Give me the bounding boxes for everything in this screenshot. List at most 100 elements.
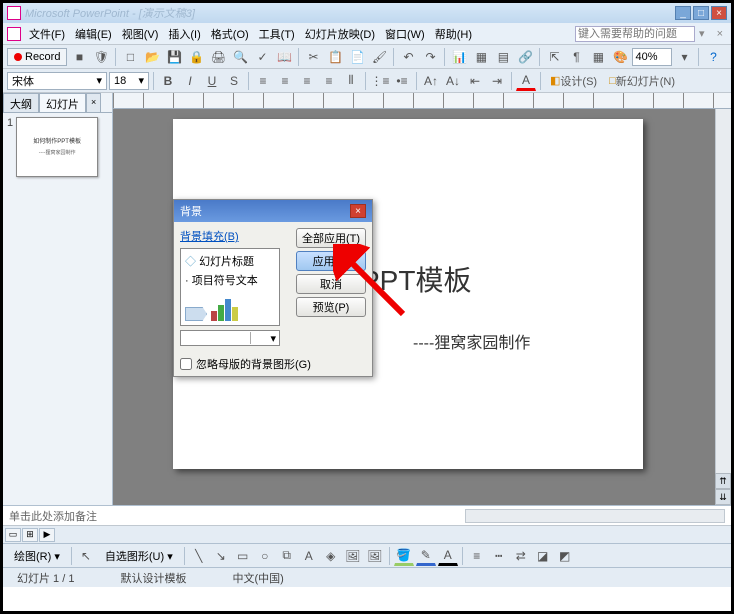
help-icon[interactable]: ?	[703, 47, 723, 67]
omit-master-checkbox[interactable]	[180, 358, 192, 370]
increase-indent-icon[interactable]: ⇥	[487, 71, 507, 91]
new-slide-button[interactable]: □新幻灯片(N)	[604, 71, 680, 91]
align-justify-icon[interactable]: ≡	[319, 71, 339, 91]
research-icon[interactable]: 📖	[274, 47, 294, 67]
chart-icon[interactable]: 📊	[449, 47, 469, 67]
apply-button[interactable]: 应用(A)	[296, 251, 366, 271]
textbox-icon[interactable]: ⧉	[277, 546, 297, 566]
zoom-input[interactable]	[632, 48, 672, 66]
menu-window[interactable]: 窗口(W)	[381, 24, 429, 44]
format-painter-icon[interactable]: 🖌	[369, 47, 389, 67]
fill-color-icon[interactable]: 🪣	[394, 546, 414, 566]
menu-tools[interactable]: 工具(T)	[255, 24, 299, 44]
line-color-icon[interactable]: ✎	[416, 546, 436, 566]
underline-button[interactable]: U	[202, 71, 222, 91]
draw-menu[interactable]: 绘图(R) ▾	[7, 545, 67, 567]
normal-view-button[interactable]: ▭	[5, 528, 21, 542]
bullets-icon[interactable]: •≡	[392, 71, 412, 91]
tab-outline[interactable]: 大纲	[3, 93, 39, 112]
cut-icon[interactable]: ✂	[303, 47, 323, 67]
size-select[interactable]: 18 ▾	[109, 72, 149, 90]
menu-view[interactable]: 视图(V)	[118, 24, 163, 44]
3d-style-icon[interactable]: ◩	[555, 546, 575, 566]
tables-icon[interactable]: ▤	[493, 47, 513, 67]
preview-icon[interactable]: 🔍	[230, 47, 250, 67]
save-icon[interactable]: 💾	[164, 47, 184, 67]
cancel-button[interactable]: 取消	[296, 274, 366, 294]
decrease-font-icon[interactable]: A↓	[443, 71, 463, 91]
oval-icon[interactable]: ○	[255, 546, 275, 566]
font-select[interactable]: 宋体 ▾	[7, 72, 107, 90]
stop-icon[interactable]: ■	[69, 47, 89, 67]
slideshow-view-button[interactable]: ▶	[39, 528, 55, 542]
toolbar-dropdown-icon[interactable]: ▾	[697, 27, 707, 40]
increase-font-icon[interactable]: A↑	[421, 71, 441, 91]
align-right-icon[interactable]: ≡	[297, 71, 317, 91]
line-style-icon[interactable]: ≡	[467, 546, 487, 566]
help-search-input[interactable]	[575, 26, 695, 42]
select-icon[interactable]: ↖	[76, 546, 96, 566]
notes-placeholder[interactable]: 单击此处添加备注	[9, 508, 97, 524]
decrease-indent-icon[interactable]: ⇤	[465, 71, 485, 91]
diagram-icon[interactable]: ◈	[321, 546, 341, 566]
text-color-icon[interactable]: A	[438, 546, 458, 566]
bold-button[interactable]: B	[158, 71, 178, 91]
wordart-icon[interactable]: A	[299, 546, 319, 566]
menu-format[interactable]: 格式(O)	[207, 24, 253, 44]
clipart-icon[interactable]: 🖼	[343, 546, 363, 566]
picture-icon[interactable]: 🖼	[365, 546, 385, 566]
italic-button[interactable]: I	[180, 71, 200, 91]
arrow-icon[interactable]: ↘	[211, 546, 231, 566]
menu-file[interactable]: 文件(F)	[25, 24, 69, 44]
font-color-icon[interactable]: A	[516, 71, 536, 91]
security-icon[interactable]: 🛡	[91, 47, 111, 67]
record-button[interactable]: Record	[7, 48, 67, 66]
hyperlink-icon[interactable]: 🔗	[515, 47, 535, 67]
menu-insert[interactable]: 插入(I)	[164, 24, 204, 44]
next-slide-button[interactable]: ⇊	[715, 489, 731, 505]
zoom-dropdown-icon[interactable]: ▾	[674, 47, 694, 67]
expand-icon[interactable]: ⇱	[544, 47, 564, 67]
vertical-scrollbar[interactable]	[715, 109, 731, 505]
background-fill-link[interactable]: 背景填充(B)	[180, 228, 292, 244]
align-left-icon[interactable]: ≡	[253, 71, 273, 91]
preview-button[interactable]: 预览(P)	[296, 297, 366, 317]
dialog-close-button[interactable]: ×	[350, 204, 366, 218]
tab-close[interactable]: ×	[86, 93, 101, 112]
tab-slides[interactable]: 幻灯片	[39, 93, 86, 112]
table-icon[interactable]: ▦	[471, 47, 491, 67]
grid-icon[interactable]: ▦	[588, 47, 608, 67]
doc-close-button[interactable]: ×	[713, 28, 727, 40]
numbering-icon[interactable]: ⋮≡	[370, 71, 390, 91]
menu-edit[interactable]: 编辑(E)	[71, 24, 116, 44]
rect-icon[interactable]: ▭	[233, 546, 253, 566]
arrow-style-icon[interactable]: ⇄	[511, 546, 531, 566]
show-format-icon[interactable]: ¶	[566, 47, 586, 67]
distribute-icon[interactable]: ⫴	[341, 71, 361, 91]
redo-icon[interactable]: ↷	[420, 47, 440, 67]
close-button[interactable]: ×	[711, 6, 727, 20]
permission-icon[interactable]: 🔒	[186, 47, 206, 67]
print-icon[interactable]: 🖨	[208, 47, 228, 67]
minimize-button[interactable]: _	[675, 6, 691, 20]
spell-icon[interactable]: ✓	[252, 47, 272, 67]
undo-icon[interactable]: ↶	[398, 47, 418, 67]
line-icon[interactable]: ╲	[189, 546, 209, 566]
apply-all-button[interactable]: 全部应用(T)	[296, 228, 366, 248]
autoshape-menu[interactable]: 自选图形(U) ▾	[98, 545, 180, 567]
horizontal-scrollbar[interactable]	[465, 509, 725, 523]
paste-icon[interactable]: 📄	[347, 47, 367, 67]
shadow-button[interactable]: S	[224, 71, 244, 91]
maximize-button[interactable]: □	[693, 6, 709, 20]
copy-icon[interactable]: 📋	[325, 47, 345, 67]
menu-slideshow[interactable]: 幻灯片放映(D)	[301, 24, 379, 44]
slide-thumbnail[interactable]: 如何制作PPT模板 ----狸窝家园制作	[16, 117, 98, 177]
color-icon[interactable]: 🎨	[610, 47, 630, 67]
open-icon[interactable]: 📂	[142, 47, 162, 67]
shadow-style-icon[interactable]: ◪	[533, 546, 553, 566]
align-center-icon[interactable]: ≡	[275, 71, 295, 91]
design-button[interactable]: ◧设计(S)	[545, 71, 602, 91]
sorter-view-button[interactable]: ⊞	[22, 528, 38, 542]
fill-color-select[interactable]: ▾	[180, 330, 280, 346]
prev-slide-button[interactable]: ⇈	[715, 473, 731, 489]
